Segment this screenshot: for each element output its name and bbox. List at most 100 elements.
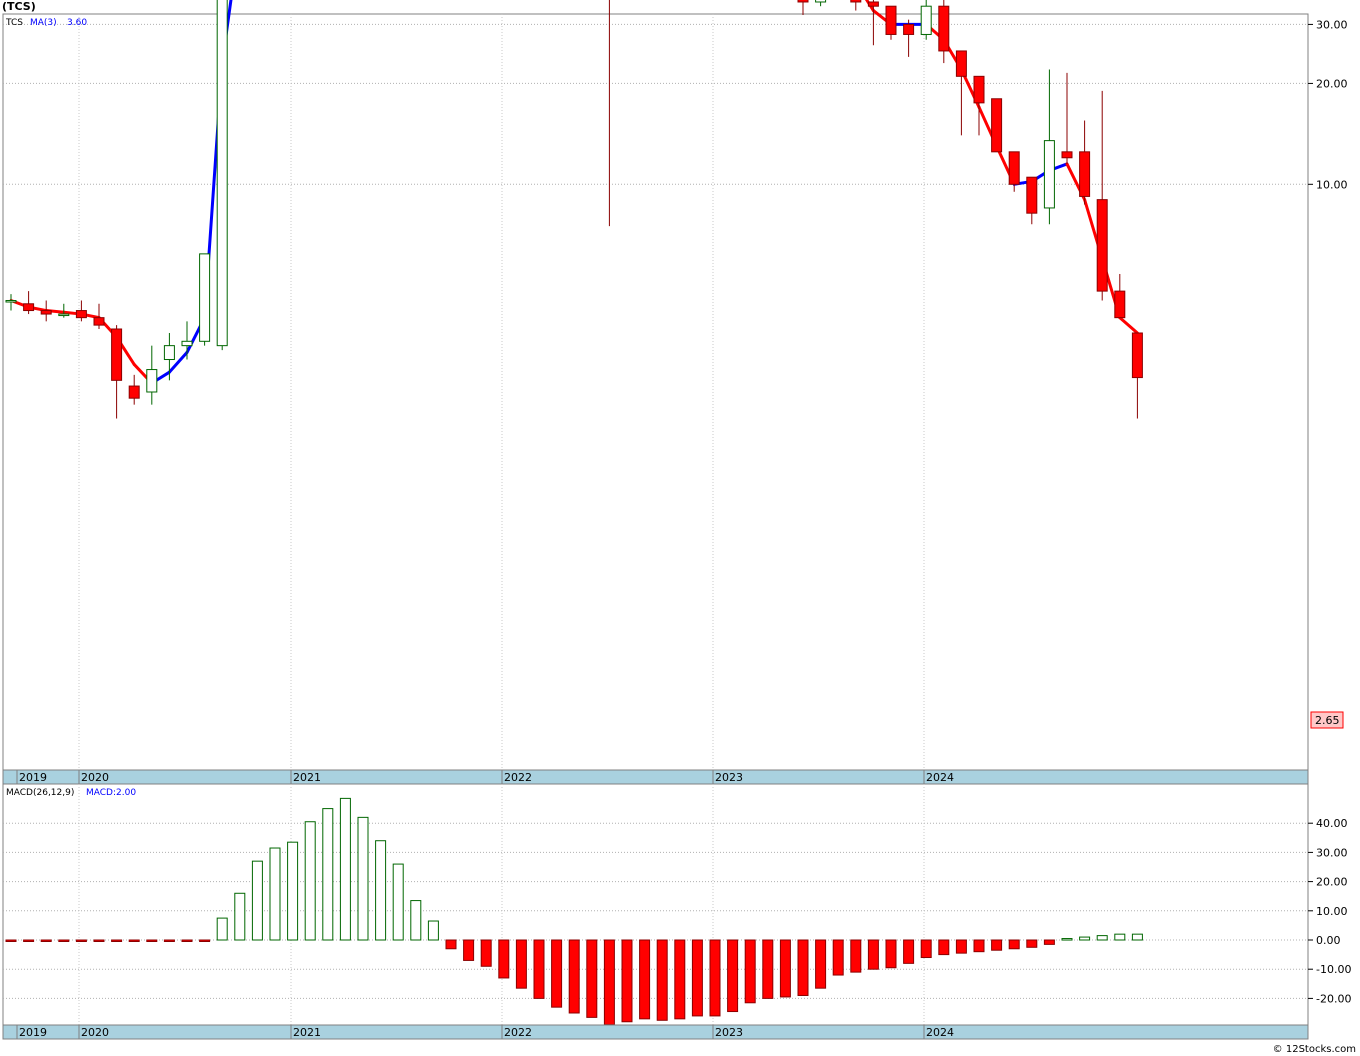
legend-macd-label: MACD(26,12,9)	[6, 788, 74, 798]
macd-bar	[339, 797, 351, 941]
macd-bar	[1096, 935, 1108, 941]
macd-bar	[973, 939, 985, 953]
year-label: 2023	[715, 771, 743, 784]
candle-body	[146, 369, 158, 393]
year-label: 2023	[715, 1026, 743, 1039]
candle-body	[58, 313, 70, 317]
macd-bar	[797, 939, 809, 996]
last-price-marker: 2.65	[1310, 711, 1344, 729]
candle-body	[920, 5, 932, 35]
macd-bar	[480, 939, 492, 967]
candle	[885, 5, 897, 40]
date-band-top-bg	[2, 769, 1309, 785]
macd-tick-label: 0.00	[1316, 934, 1341, 947]
macd-panel-frame	[2, 783, 1309, 1026]
macd-bar	[1131, 933, 1143, 941]
macd-bar	[920, 939, 932, 959]
candle-body	[850, 0, 862, 3]
macd-bar	[216, 917, 228, 941]
candle-body	[815, 0, 827, 3]
candle	[797, 0, 809, 16]
macd-bar	[1061, 938, 1073, 941]
macd-bar	[498, 939, 510, 979]
price-axis: 260.00230.00200.00180.00160.00140.00120.…	[1308, 18, 1348, 191]
candle-body	[797, 0, 809, 3]
candle-body	[5, 300, 17, 303]
macd-bar	[163, 939, 175, 942]
macd-bar	[40, 939, 52, 942]
candle-body	[1096, 199, 1108, 292]
macd-bar	[621, 939, 633, 1023]
macd-bar	[392, 863, 404, 941]
candle-body	[181, 340, 193, 347]
macd-bar	[603, 939, 615, 1026]
macd-bar	[691, 939, 703, 1017]
macd-bar	[427, 920, 439, 941]
date-band-top: 2019 2020 2021 2022 2023 2024	[2, 769, 1309, 785]
macd-tick-label: 30.00	[1316, 846, 1348, 859]
year-label: 2021	[293, 771, 321, 784]
stock-chart: 260.00230.00200.00180.00160.00140.00120.…	[2, 0, 1351, 1040]
candle-body	[938, 5, 950, 52]
macd-bar	[674, 939, 686, 1020]
year-label: 2019	[19, 771, 47, 784]
macd-bar	[1008, 939, 1020, 950]
macd-bar	[304, 821, 316, 941]
macd-bar	[991, 939, 1003, 951]
legend-macd: MACD(26,12,9) MACD:2.00	[6, 788, 136, 798]
candle-body	[991, 98, 1003, 153]
year-label: 2022	[504, 1026, 532, 1039]
macd-bar	[5, 939, 17, 942]
price-tick-label: 20.00	[1316, 77, 1348, 90]
macd-bar	[1026, 939, 1038, 948]
candle-body	[867, 1, 879, 7]
macd-bar	[357, 816, 369, 941]
price-panel: 260.00230.00200.00180.00160.00140.00120.…	[2, 0, 1348, 771]
candle-body	[75, 310, 87, 319]
macd-bar	[709, 939, 721, 1017]
macd-bar	[287, 841, 299, 941]
macd-bar	[903, 939, 915, 964]
macd-bar	[251, 860, 263, 941]
price-tick-label: 10.00	[1316, 178, 1348, 191]
year-label: 2020	[81, 1026, 109, 1039]
candle-body	[1043, 140, 1055, 209]
macd-bar	[181, 939, 193, 942]
candle-body	[128, 385, 140, 399]
candle-body	[1061, 151, 1073, 159]
macd-bar	[727, 939, 739, 1013]
candle-body	[1008, 151, 1020, 185]
candle	[815, 0, 827, 7]
macd-panel: 40.00 30.00 20.00 10.00 0.00 -10.00 -20.00 MAC…	[2, 783, 1351, 1026]
macd-bar	[779, 939, 791, 998]
candle-body	[955, 50, 967, 77]
macd-bar	[867, 939, 879, 970]
macd-bar	[445, 939, 457, 950]
macd-bar	[75, 939, 87, 942]
macd-bar	[656, 939, 668, 1021]
legend-symbol: TCS	[5, 18, 23, 28]
macd-tick-label: 20.00	[1316, 876, 1348, 889]
candle	[199, 253, 211, 346]
legend-macd-value: MACD:2.00	[86, 788, 136, 798]
macd-bar	[269, 847, 281, 941]
candle	[216, 0, 228, 351]
legend-ma-value: 3.60	[67, 18, 87, 28]
macd-tick-label: 10.00	[1316, 905, 1348, 918]
candle-body	[885, 5, 897, 35]
legend-ma-label: MA(3)	[30, 18, 57, 28]
macd-tick-label: -20.00	[1316, 992, 1351, 1005]
macd-bar	[199, 939, 211, 942]
date-band-bottom-bg	[2, 1024, 1309, 1040]
macd-bar	[1114, 933, 1126, 941]
candle-body	[1131, 332, 1143, 379]
candle-body	[93, 317, 105, 326]
year-label: 2022	[504, 771, 532, 784]
price-panel-frame	[2, 13, 1309, 771]
macd-bar	[568, 939, 580, 1014]
macd-bar	[586, 939, 598, 1018]
macd-bar	[955, 939, 967, 954]
candle-body	[1114, 290, 1126, 319]
macd-bar	[93, 939, 105, 942]
macd-bar	[234, 892, 246, 941]
